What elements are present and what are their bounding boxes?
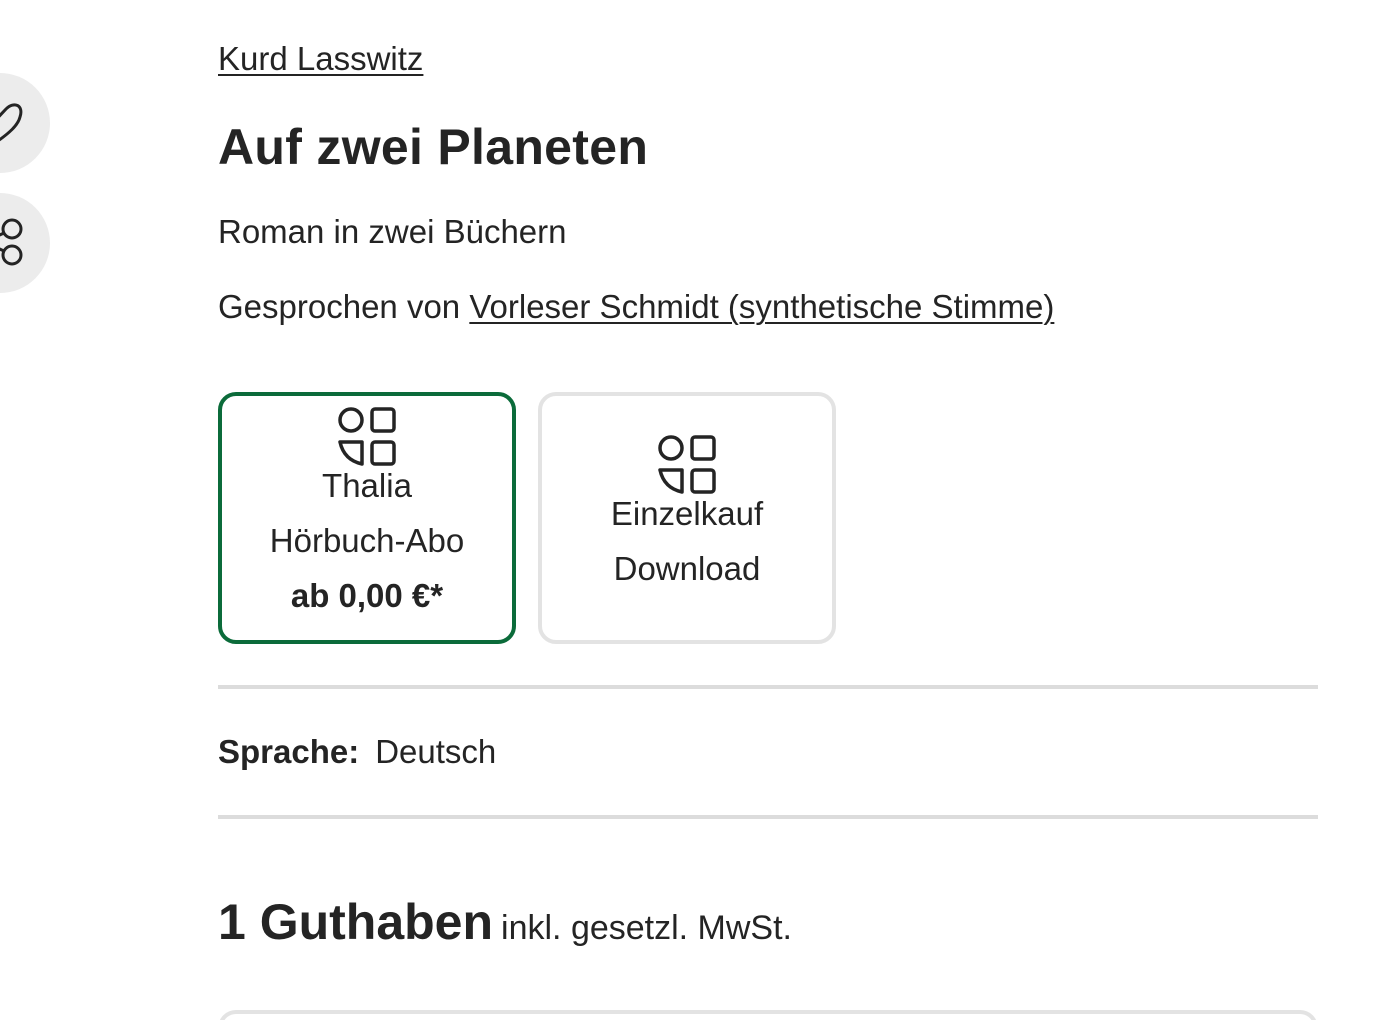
favorite-button[interactable] bbox=[0, 73, 50, 173]
narrator-line: Gesprochen von Vorleser Schmidt (synthet… bbox=[218, 288, 1054, 326]
divider bbox=[218, 685, 1318, 689]
product-subtitle: Roman in zwei Büchern bbox=[218, 213, 567, 250]
narrator-prefix: Gesprochen von bbox=[218, 288, 470, 325]
format-option-single-purchase[interactable]: Einzelkauf Download bbox=[538, 392, 836, 644]
format-option-abo[interactable]: Thalia Hörbuch-Abo ab 0,00 €* bbox=[218, 392, 516, 644]
language-label: Sprache: bbox=[218, 733, 360, 770]
share-icon bbox=[0, 218, 23, 266]
author-link[interactable]: Kurd Lasswitz bbox=[218, 40, 423, 78]
next-section-box bbox=[218, 1010, 1318, 1020]
divider bbox=[218, 815, 1318, 819]
format-type: Hörbuch-Abo bbox=[269, 522, 465, 559]
price-amount: 1 Guthaben bbox=[218, 894, 494, 950]
product-page: Kurd Lasswitz Auf zwei Planeten Roman in… bbox=[0, 0, 1400, 1020]
share-button[interactable] bbox=[0, 193, 50, 293]
product-title: Auf zwei Planeten bbox=[218, 119, 649, 175]
format-name: Thalia bbox=[322, 467, 412, 504]
format-type: Download bbox=[613, 550, 761, 587]
language-value: Deutsch bbox=[375, 733, 497, 770]
format-name: Einzelkauf bbox=[610, 495, 764, 532]
format-price: ab 0,00 €* bbox=[290, 577, 444, 614]
heart-icon bbox=[0, 103, 23, 142]
narrator-link[interactable]: Vorleser Schmidt (synthetische Stimme) bbox=[469, 288, 1054, 325]
language-row: Sprache: Deutsch bbox=[218, 733, 496, 771]
price-row: 1 Guthaben inkl. gesetzl. MwSt. bbox=[218, 893, 792, 951]
price-tax-note: inkl. gesetzl. MwSt. bbox=[501, 909, 793, 947]
